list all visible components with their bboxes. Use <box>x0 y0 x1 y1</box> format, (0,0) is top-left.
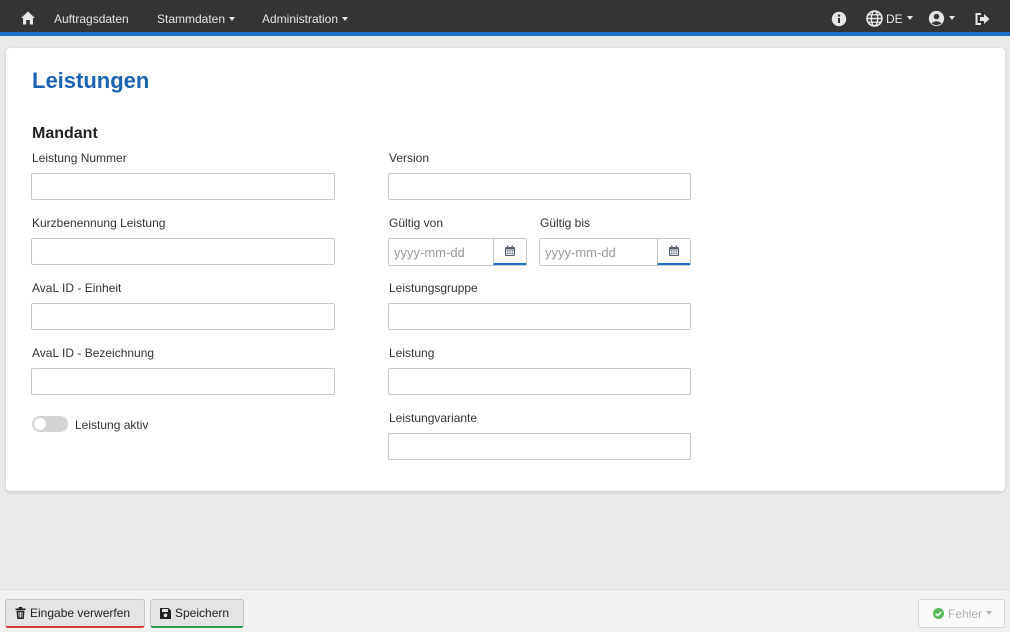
home-icon[interactable] <box>20 10 36 26</box>
kurzbenennung-label: Kurzbenennung Leistung <box>32 216 166 230</box>
save-label: Speichern <box>175 606 230 620</box>
aval-einheit-input[interactable] <box>31 303 335 330</box>
errors-label: Fehler <box>948 606 983 621</box>
kurzbenennung-input[interactable] <box>31 238 335 265</box>
info-button[interactable] <box>831 10 847 27</box>
aval-bezeichnung-input[interactable] <box>31 368 335 395</box>
globe-icon <box>866 10 883 27</box>
discard-button[interactable]: Eingabe verwerfen <box>5 599 145 628</box>
gueltig-von-calendar-button[interactable] <box>493 239 526 265</box>
leistung-input[interactable] <box>388 368 691 395</box>
aval-bezeichnung-label: AvaL ID - Bezeichnung <box>32 346 155 360</box>
aval-einheit-label: AvaL ID - Einheit <box>32 281 122 295</box>
nav-administration[interactable]: Administration <box>262 12 349 26</box>
calendar-icon <box>669 245 679 256</box>
footer-bar: Eingabe verwerfen Speichern Fehler <box>0 589 1010 632</box>
chevron-down-icon <box>986 610 993 615</box>
calendar-icon <box>505 245 515 256</box>
gueltig-bis-calendar-button[interactable] <box>657 239 690 265</box>
gueltig-von-field <box>388 238 527 266</box>
save-button[interactable]: Speichern <box>150 599 244 628</box>
leistungvariante-input[interactable] <box>388 433 691 460</box>
leistungsgruppe-label: Leistungsgruppe <box>389 281 478 295</box>
gueltig-bis-label: Gültig bis <box>540 216 591 230</box>
user-circle-icon <box>928 10 945 27</box>
chevron-down-icon <box>906 15 913 20</box>
logout-button[interactable] <box>974 10 991 27</box>
logout-icon <box>975 12 990 25</box>
gueltig-bis-input[interactable] <box>540 239 657 265</box>
language-label: DE <box>886 11 903 26</box>
gueltig-von-input[interactable] <box>389 239 493 265</box>
nav-stammdaten-label: Stammdaten <box>157 12 226 26</box>
chevron-down-icon <box>949 15 955 20</box>
leistungvariante-label: Leistungvariante <box>389 411 478 425</box>
leistung-nummer-input[interactable] <box>31 173 335 200</box>
toggle-knob <box>34 418 46 430</box>
floppy-disk-icon <box>160 607 171 619</box>
errors-dropdown[interactable]: Fehler <box>918 599 1005 628</box>
leistung-aktiv-toggle[interactable] <box>32 416 68 432</box>
language-dropdown[interactable]: DE <box>866 10 913 27</box>
user-menu[interactable] <box>928 10 955 27</box>
leistungsgruppe-input[interactable] <box>388 303 691 330</box>
leistung-nummer-label: Leistung Nummer <box>32 151 127 165</box>
check-circle-icon <box>933 608 944 619</box>
info-icon <box>831 11 847 26</box>
gueltig-von-label: Gültig von <box>389 216 444 230</box>
section-title: Mandant <box>32 125 98 142</box>
gueltig-bis-field <box>539 238 691 266</box>
chevron-down-icon <box>342 16 349 21</box>
nav-administration-label: Administration <box>262 12 339 26</box>
top-navbar: Auftragsdaten Stammdaten Administration … <box>0 0 1010 36</box>
nav-auftragsdaten[interactable]: Auftragsdaten <box>54 12 129 26</box>
trash-icon <box>15 607 26 619</box>
discard-label: Eingabe verwerfen <box>30 606 131 620</box>
version-input[interactable] <box>388 173 691 200</box>
form-card: Leistungen Mandant Leistung Nummer Versi… <box>6 48 1005 491</box>
leistung-label: Leistung <box>389 346 435 360</box>
chevron-down-icon <box>229 16 236 21</box>
leistung-aktiv-label: Leistung aktiv <box>75 418 149 432</box>
version-label: Version <box>389 151 430 165</box>
page-title: Leistungen <box>32 68 150 93</box>
nav-stammdaten[interactable]: Stammdaten <box>157 12 236 26</box>
